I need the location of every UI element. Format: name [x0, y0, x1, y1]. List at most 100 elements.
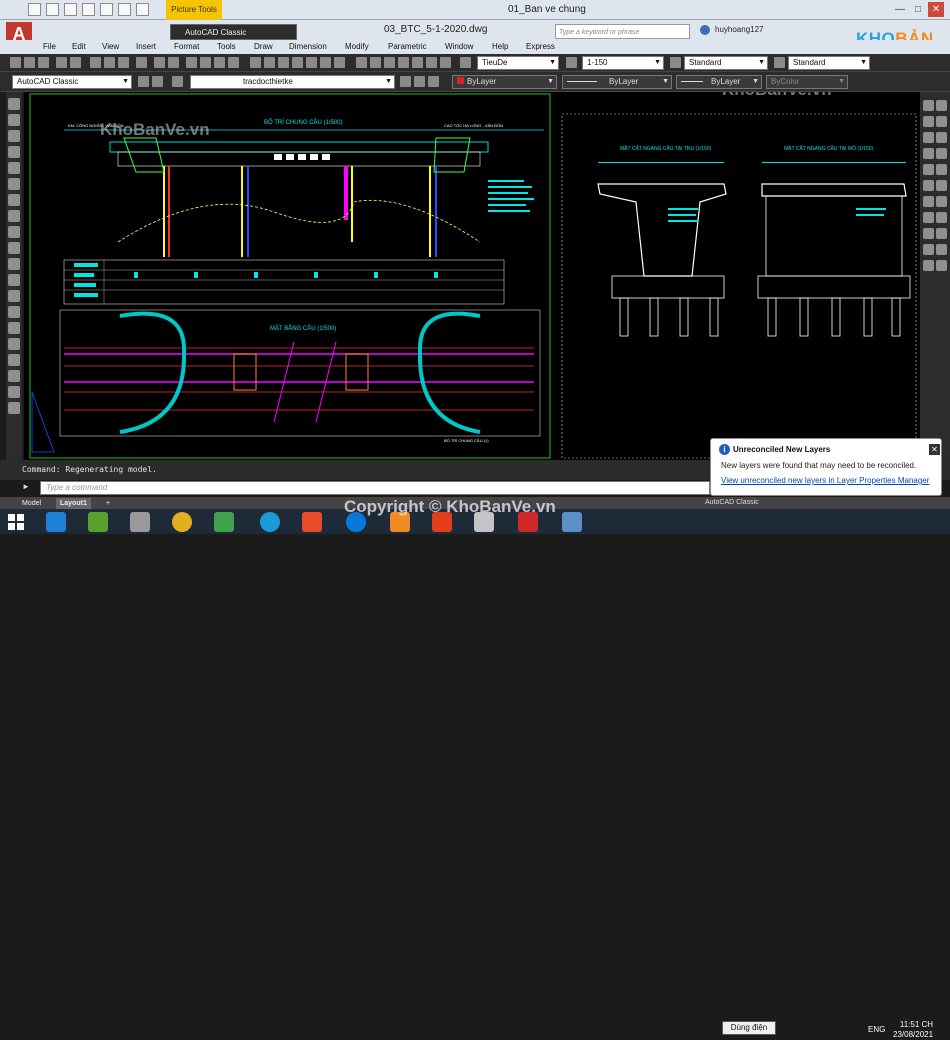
menu-view[interactable]: View	[102, 40, 119, 54]
windows-start-icon[interactable]	[8, 514, 24, 530]
explode-icon[interactable]	[936, 212, 947, 223]
layer-previous-icon[interactable]	[414, 76, 425, 87]
point-icon[interactable]	[8, 306, 20, 318]
dim-scale-select[interactable]: 1-150 ▼	[582, 56, 664, 70]
user-name[interactable]: huyhoang127	[715, 25, 764, 34]
workspace-settings-icon[interactable]	[138, 76, 149, 87]
array-icon[interactable]	[923, 132, 934, 143]
layer-state-icon[interactable]	[428, 76, 439, 87]
menu-dimension[interactable]: Dimension	[289, 40, 327, 54]
scale-icon[interactable]	[936, 148, 947, 159]
save-as-icon[interactable]	[82, 3, 95, 16]
spline-icon[interactable]	[8, 226, 20, 238]
copy-icon[interactable]	[104, 57, 115, 68]
table-icon[interactable]	[412, 57, 423, 68]
utorrent-icon[interactable]	[88, 512, 108, 532]
text-icon[interactable]	[370, 57, 381, 68]
close-icon[interactable]: ✕	[929, 444, 940, 455]
add-selected-icon[interactable]	[8, 402, 20, 414]
gear-icon[interactable]	[152, 76, 163, 87]
markup-icon[interactable]	[306, 57, 317, 68]
workspace-select[interactable]: AutoCAD Classic ▼	[12, 75, 132, 89]
region-icon[interactable]	[8, 354, 20, 366]
chrome-icon[interactable]	[172, 512, 192, 532]
teamviewer-icon[interactable]	[260, 512, 280, 532]
tab-model[interactable]: Model	[18, 498, 45, 509]
table-icon[interactable]	[8, 370, 20, 382]
osnap-perpendicular-icon[interactable]	[923, 260, 934, 271]
tab-add[interactable]: +	[102, 498, 114, 509]
ellipse-icon[interactable]	[8, 242, 20, 254]
polygon-icon[interactable]	[8, 146, 20, 158]
hatch-icon[interactable]	[398, 57, 409, 68]
redo-icon[interactable]	[136, 3, 149, 16]
rectangle-icon[interactable]	[8, 162, 20, 174]
word-icon[interactable]	[474, 512, 494, 532]
osnap-endpoint-icon[interactable]	[923, 228, 934, 239]
chamfer-icon[interactable]	[936, 196, 947, 207]
cococ-icon[interactable]	[214, 512, 234, 532]
offset-icon[interactable]	[936, 116, 947, 127]
sketchup-icon[interactable]	[130, 512, 150, 532]
dim-scale-icon[interactable]	[566, 57, 577, 68]
text-style-icon[interactable]	[460, 57, 471, 68]
dim-style-select[interactable]: Standard ▼	[684, 56, 768, 70]
plot-icon[interactable]	[56, 57, 67, 68]
osnap-center-icon[interactable]	[936, 244, 947, 255]
picture-tools-tab[interactable]: Picture Tools	[166, 0, 222, 20]
tool-palettes-icon[interactable]	[278, 57, 289, 68]
leader-icon[interactable]	[440, 57, 451, 68]
zalo-icon[interactable]	[346, 512, 366, 532]
color-select[interactable]: ByLayer ▼	[452, 75, 557, 89]
command-input[interactable]: Type a command	[40, 481, 710, 495]
linetype-select[interactable]: ByLayer ▼	[562, 75, 672, 89]
pan-icon[interactable]	[186, 57, 197, 68]
autocad-icon[interactable]	[518, 512, 538, 532]
rotate-icon[interactable]	[923, 148, 934, 159]
extend-icon[interactable]	[923, 180, 934, 191]
menu-window[interactable]: Window	[445, 40, 473, 54]
system-clock[interactable]: 11:51 CH 23/08/2021	[893, 1020, 933, 1040]
table-style-icon[interactable]	[774, 57, 785, 68]
stretch-icon[interactable]	[923, 164, 934, 175]
internet-explorer-icon[interactable]	[46, 512, 66, 532]
zoom-previous-icon[interactable]	[228, 57, 239, 68]
revision-cloud-icon[interactable]	[8, 210, 20, 222]
paste-icon[interactable]	[118, 57, 129, 68]
plot-icon[interactable]	[100, 3, 113, 16]
search-input[interactable]: Type a keyword or phrase	[555, 24, 690, 39]
menu-edit[interactable]: Edit	[72, 40, 86, 54]
zoom-realtime-icon[interactable]	[200, 57, 211, 68]
move-icon[interactable]	[936, 132, 947, 143]
new-file-icon[interactable]	[28, 3, 41, 16]
menu-help[interactable]: Help	[492, 40, 508, 54]
join-icon[interactable]	[923, 196, 934, 207]
minimize-icon[interactable]: —	[892, 2, 908, 17]
close-icon[interactable]: ✕	[928, 2, 944, 17]
redo-icon[interactable]	[168, 57, 179, 68]
layer-select[interactable]: tracdocthietke ▼	[190, 75, 395, 89]
dimension-icon[interactable]	[426, 57, 437, 68]
break-icon[interactable]	[936, 180, 947, 191]
menu-express[interactable]: Express	[526, 40, 555, 54]
open-icon[interactable]	[24, 57, 35, 68]
ellipse-arc-icon[interactable]	[8, 258, 20, 270]
sheet-set-icon[interactable]	[292, 57, 303, 68]
menu-file[interactable]: File	[43, 40, 56, 54]
layer-manager-icon[interactable]	[172, 76, 183, 87]
menu-format[interactable]: Format	[174, 40, 199, 54]
save-icon[interactable]	[38, 57, 49, 68]
line-icon[interactable]	[8, 98, 20, 110]
undo-icon[interactable]	[118, 3, 131, 16]
circle-icon[interactable]	[8, 194, 20, 206]
construction-line-icon[interactable]	[8, 114, 20, 126]
arc-icon[interactable]	[8, 178, 20, 190]
menu-tools[interactable]: Tools	[217, 40, 236, 54]
text-style-select[interactable]: TieuDe ▼	[477, 56, 559, 70]
menu-insert[interactable]: Insert	[136, 40, 156, 54]
menu-parametric[interactable]: Parametric	[388, 40, 427, 54]
save-icon[interactable]	[64, 3, 77, 16]
mtext-icon[interactable]	[8, 386, 20, 398]
osnap-nearest-icon[interactable]	[936, 260, 947, 271]
osnap-intersection-icon[interactable]	[923, 244, 934, 255]
